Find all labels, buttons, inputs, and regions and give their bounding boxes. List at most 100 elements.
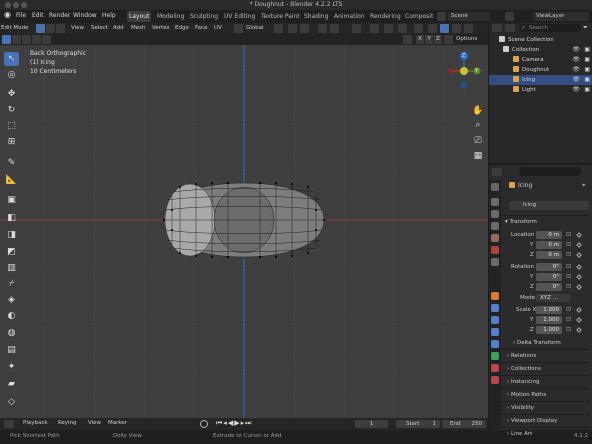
cursor-tool-icon[interactable]: ◎ — [4, 68, 19, 82]
edge-select-button[interactable] — [46, 24, 55, 33]
lock-icon[interactable]: ⊡ — [566, 231, 573, 239]
scene-icon[interactable] — [437, 12, 446, 21]
timeline-menu-playback[interactable]: Playback — [23, 420, 48, 426]
shear-tool-icon[interactable]: ▰ — [4, 377, 19, 391]
rip-tool-icon[interactable]: ◇ — [4, 395, 19, 409]
keyframe-icon[interactable] — [576, 274, 582, 280]
collapsed-panel-header[interactable]: › Instancing — [501, 375, 590, 387]
tab-layout[interactable]: Layout — [127, 11, 152, 22]
playback-controls-icon[interactable]: ⏮◂◀▶▸⏭ — [216, 419, 252, 428]
select-intersect-icon[interactable] — [42, 35, 51, 44]
face-select-button[interactable] — [56, 24, 65, 33]
menu-file[interactable]: File — [16, 12, 26, 19]
lock-icon[interactable]: ⊡ — [566, 251, 573, 259]
rotation-mode-selector[interactable]: XYZ ... — [536, 294, 570, 302]
edge-slide-tool-icon[interactable]: ▤ — [4, 343, 19, 357]
editor-type-icon[interactable] — [4, 420, 14, 428]
output-tab-icon[interactable] — [491, 210, 499, 218]
transform-tool-icon[interactable]: ⊞ — [4, 135, 19, 149]
object-tab-icon[interactable] — [491, 292, 499, 300]
timeline-menu-marker[interactable]: Marker — [108, 420, 127, 426]
pan-hand-icon[interactable]: ✋ — [472, 105, 484, 117]
falloff-icon[interactable] — [330, 24, 339, 33]
scene-selector[interactable]: Scene — [448, 12, 490, 21]
auto-merge-icon[interactable] — [444, 35, 453, 44]
visibility-eye-icon[interactable]: 👁 — [572, 75, 580, 85]
render-tab-icon[interactable] — [491, 198, 499, 206]
menu-edit[interactable]: Edit — [32, 12, 44, 19]
tab-shading[interactable]: Shading — [302, 11, 330, 22]
render-visibility-icon[interactable]: ▣ — [584, 65, 590, 75]
location-x-field[interactable]: 0 m — [536, 231, 562, 239]
select-extend-icon[interactable] — [12, 35, 21, 44]
mirror-x-toggle[interactable]: X — [416, 35, 424, 44]
scene-collection-row[interactable]: Scene Collection — [489, 35, 592, 45]
select-box-mode-icon[interactable] — [2, 35, 11, 44]
tool-tab-icon[interactable] — [491, 183, 499, 191]
mirror-y-toggle[interactable]: Y — [425, 35, 433, 44]
physics-tab-icon[interactable] — [491, 328, 499, 336]
render-visibility-icon[interactable]: ▣ — [584, 85, 590, 95]
scale-x-field[interactable]: 1.000 — [536, 306, 562, 314]
outliner-editor-icon[interactable] — [492, 24, 502, 32]
menu-vertex[interactable]: Vertex — [152, 25, 170, 31]
scale-tool-icon[interactable]: ⬚ — [4, 119, 19, 133]
tab-uv-editing[interactable]: UV Editing — [222, 11, 257, 22]
location-y-field[interactable]: 0 m — [536, 241, 562, 249]
viewlayer-icon[interactable] — [505, 12, 514, 21]
visibility-eye-icon[interactable]: 👁 — [572, 45, 580, 55]
keyframe-icon[interactable] — [576, 284, 582, 290]
timeline-menu-keying[interactable]: Keying — [58, 420, 76, 426]
collapsed-panel-header[interactable]: › Motion Paths — [501, 388, 590, 400]
end-frame-field[interactable]: End 250 — [442, 420, 486, 428]
constraints-tab-icon[interactable] — [491, 340, 499, 348]
poly-build-tool-icon[interactable]: ◈ — [4, 293, 19, 307]
display-mode-icon[interactable] — [505, 24, 515, 32]
tab-animation[interactable]: Animation — [332, 11, 367, 22]
modifiers-tab-icon[interactable] — [491, 304, 499, 312]
current-frame-field[interactable]: 1 — [355, 420, 388, 428]
proportional-edit-icon[interactable] — [318, 24, 327, 33]
mode-selector[interactable]: Edit Mode — [1, 25, 28, 31]
snap-icon[interactable] — [288, 24, 297, 33]
3d-viewport[interactable]: Back Orthographic (1) Icing 10 Centimete… — [0, 45, 488, 418]
pivot-point-icon[interactable] — [274, 24, 283, 33]
measure-tool-icon[interactable]: 📐 — [4, 173, 19, 187]
tab-modeling[interactable]: Modeling — [155, 11, 186, 22]
add-cube-tool-icon[interactable]: ▣ — [4, 193, 19, 207]
start-frame-field[interactable]: Start 1 — [396, 420, 440, 428]
annotate-tool-icon[interactable]: ✎ — [4, 156, 19, 170]
shading-rendered-icon[interactable] — [464, 24, 473, 33]
delta-transform-subpanel[interactable]: › Delta Transform — [513, 340, 561, 346]
grid-view-icon[interactable]: ▦ — [472, 150, 484, 162]
pin-icon[interactable]: ⌖ — [582, 182, 585, 190]
menu-uv[interactable]: UV — [214, 25, 222, 31]
menu-select[interactable]: Select — [91, 25, 108, 31]
outliner-item[interactable]: Doughnut 👁 ▣ — [489, 65, 592, 75]
keyframe-icon[interactable] — [576, 307, 582, 313]
render-visibility-icon[interactable]: ▣ — [584, 55, 590, 65]
select-subtract-icon[interactable] — [22, 35, 31, 44]
lock-icon[interactable]: ⊡ — [566, 241, 573, 249]
lock-icon[interactable]: ⊡ — [566, 306, 573, 314]
keyframe-icon[interactable] — [576, 252, 582, 258]
render-visibility-icon[interactable]: ▣ — [584, 45, 590, 55]
loop-cut-tool-icon[interactable]: ▥ — [4, 261, 19, 275]
tab-rendering[interactable]: Rendering — [368, 11, 403, 22]
data-tab-icon[interactable] — [491, 352, 499, 360]
collapsed-panel-header[interactable]: › Line Art — [501, 427, 590, 439]
keyframe-icon[interactable] — [576, 327, 582, 333]
scale-z-field[interactable]: 1.000 — [536, 326, 562, 334]
scale-y-field[interactable]: 1.000 — [536, 316, 562, 324]
scene-tab-icon[interactable] — [491, 234, 499, 242]
shrink-fatten-tool-icon[interactable]: ✦ — [4, 360, 19, 374]
inset-tool-icon[interactable]: ◨ — [4, 228, 19, 242]
rotation-x-field[interactable]: 0° — [536, 263, 562, 271]
transform-orientation-selector[interactable]: Global — [246, 25, 264, 31]
menu-face[interactable]: Face — [195, 25, 207, 31]
menu-window[interactable]: Window — [73, 12, 97, 19]
collapsed-panel-header[interactable]: › Viewport Display — [501, 414, 590, 426]
tab-sculpting[interactable]: Sculpting — [188, 11, 220, 22]
texture-tab-icon[interactable] — [491, 376, 499, 384]
lock-icon[interactable]: ⊡ — [566, 316, 573, 324]
